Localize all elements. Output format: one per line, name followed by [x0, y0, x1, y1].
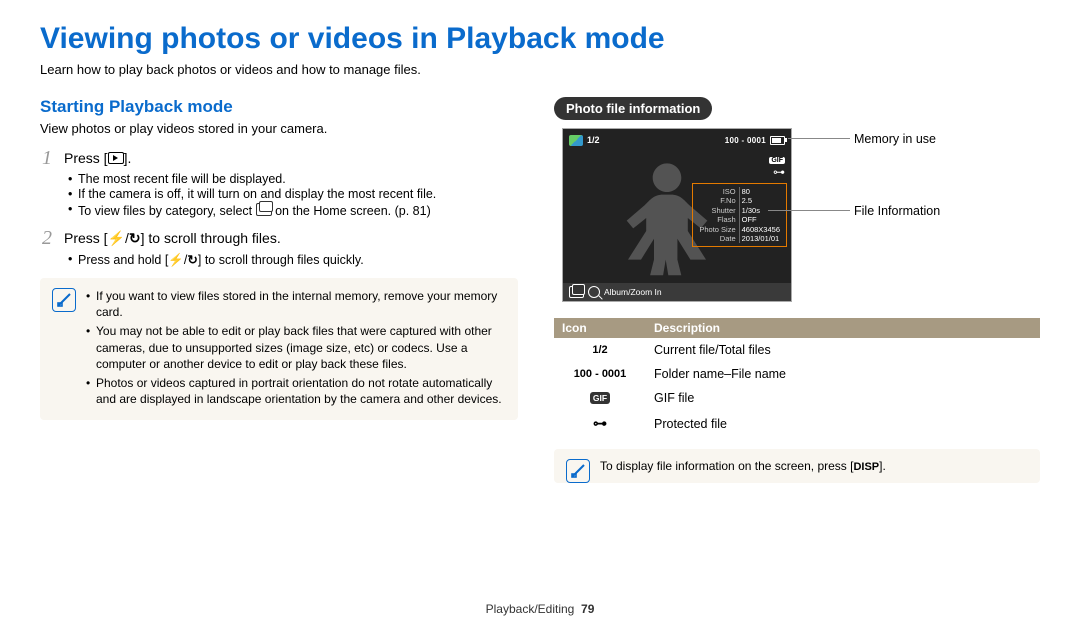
- step-1-bullets: The most recent file will be displayed. …: [68, 172, 518, 218]
- albums-icon: [256, 203, 272, 216]
- table-row: 100 - 0001Folder name–File name: [554, 362, 1040, 386]
- timer-icon: ↻: [187, 253, 197, 267]
- lcd-screen: 1/2 100 - 0001 GIF ⊶ ISO80F.No2.5Shutter…: [562, 128, 792, 302]
- note-item: You may not be able to edit or play back…: [86, 323, 506, 372]
- section-pill: Photo file information: [554, 97, 712, 120]
- intro-text: Learn how to play back photos or videos …: [40, 62, 1040, 77]
- table-row: GIFGIF file: [554, 386, 1040, 410]
- thumb-icon: [569, 135, 583, 146]
- th-icon: Icon: [554, 318, 646, 338]
- lcd-bottom-text: Album/Zoom In: [604, 287, 662, 297]
- disp-button-label: DISP: [853, 461, 879, 473]
- step-2-text: Press [⚡/↻] to scroll through files.: [64, 228, 281, 247]
- playback-icon: [108, 152, 124, 164]
- table-row: ⊶Protected file: [554, 410, 1040, 437]
- flash-icon: ⚡: [168, 253, 184, 267]
- description-table: Icon Description 1/2Current file/Total f…: [554, 318, 1040, 437]
- page-footer: Playback/Editing 79: [0, 602, 1080, 616]
- callout-memory: Memory in use: [854, 132, 936, 146]
- step-number: 1: [40, 148, 54, 168]
- right-column: Photo file information 1/2 100 - 0001 GI…: [554, 97, 1040, 483]
- battery-icon: [770, 136, 785, 145]
- lcd-counter: 1/2: [587, 135, 600, 145]
- lcd-bottom-bar: Album/Zoom In: [563, 283, 791, 301]
- info-box: ISO80F.No2.5Shutter1/30sFlashOFFPhoto Si…: [692, 183, 787, 247]
- section-heading: Starting Playback mode: [40, 97, 518, 117]
- step-1: 1 Press [].: [40, 148, 518, 168]
- callout-line: [768, 210, 850, 211]
- gif-badge: GIF: [769, 157, 785, 164]
- step-2: 2 Press [⚡/↻] to scroll through files.: [40, 228, 518, 248]
- left-column: Starting Playback mode View photos or pl…: [40, 97, 518, 483]
- step-2-bullets: Press and hold [⚡/↻] to scroll through f…: [68, 252, 518, 268]
- bullet: If the camera is off, it will turn on an…: [68, 187, 518, 201]
- album-stack-icon: [569, 286, 584, 298]
- note-item: Photos or videos captured in portrait or…: [86, 375, 506, 407]
- note-icon: [566, 459, 590, 483]
- bullet: The most recent file will be displayed.: [68, 172, 518, 186]
- callout-fileinfo: File Information: [854, 204, 940, 218]
- page-title: Viewing photos or videos in Playback mod…: [40, 22, 1040, 56]
- bullet: Press and hold [⚡/↻] to scroll through f…: [68, 252, 518, 268]
- note-item: If you want to view files stored in the …: [86, 288, 506, 320]
- bullet: To view files by category, select on the…: [68, 202, 518, 218]
- flash-icon: ⚡: [108, 230, 125, 246]
- lcd-folder: 100 - 0001: [725, 136, 766, 145]
- step-1-text: Press [].: [64, 148, 131, 166]
- callout-line: [788, 138, 850, 139]
- key-icon: ⊶: [773, 165, 785, 179]
- lcd-callout-wrap: 1/2 100 - 0001 GIF ⊶ ISO80F.No2.5Shutter…: [554, 128, 1040, 302]
- section-sub: View photos or play videos stored in you…: [40, 121, 518, 136]
- table-row: 1/2Current file/Total files: [554, 338, 1040, 362]
- th-desc: Description: [646, 318, 1040, 338]
- timer-icon: ↻: [129, 230, 141, 246]
- note-icon: [52, 288, 76, 312]
- zoom-icon: [588, 286, 600, 298]
- tip-box: To display file information on the scree…: [554, 449, 1040, 483]
- note-box: If you want to view files stored in the …: [40, 278, 518, 420]
- step-number: 2: [40, 228, 54, 248]
